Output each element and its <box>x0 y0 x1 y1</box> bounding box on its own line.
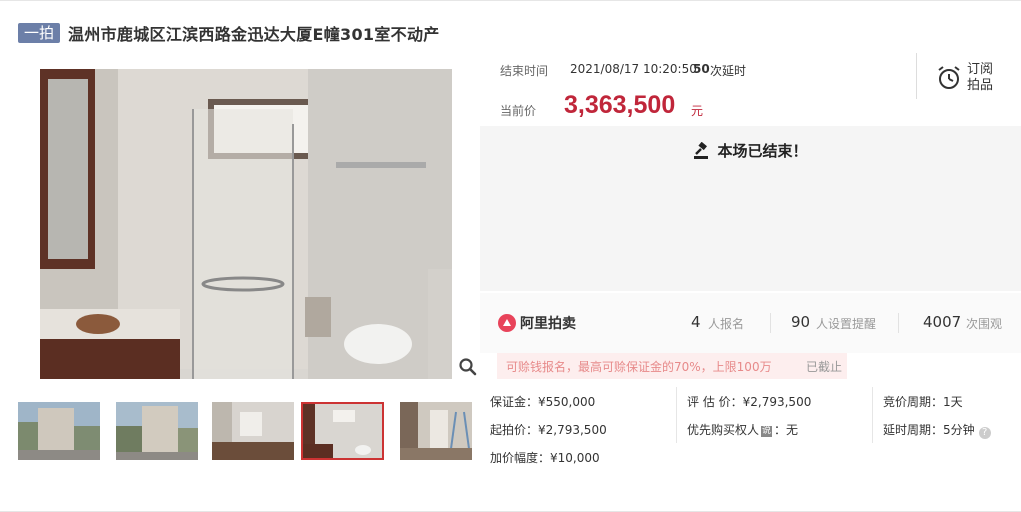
signups-count: 4 <box>691 313 701 331</box>
info-tag-icon[interactable]: 说 <box>761 426 773 437</box>
aliauction-logo-icon <box>498 314 516 332</box>
start-price-field: 起拍价：¥2,793,500 <box>490 423 607 437</box>
help-icon[interactable]: ? <box>978 427 991 439</box>
aliauction-logo: 阿里拍卖 <box>498 313 576 333</box>
divider <box>916 53 917 99</box>
auction-hammer-icon <box>694 141 709 159</box>
divider <box>898 313 899 333</box>
thumbnail-1[interactable] <box>18 402 100 460</box>
credit-signup-banner[interactable]: 可赊钱报名，最高可赊保证金的70%，上限100万 已截止 <box>497 353 847 379</box>
auction-ended-panel: 本场已结束！ <box>480 126 1021 291</box>
delay-count: 50 <box>693 62 710 76</box>
views-count: 4007 <box>923 313 962 331</box>
alarm-clock-icon <box>938 66 960 89</box>
auction-ended-message: 本场已结束！ <box>480 140 1021 161</box>
divider <box>676 387 677 443</box>
auction-status: 结束时间 2021/08/17 10:20:50 50 次延时 当前价 3,36… <box>482 51 1021 126</box>
bid-period-field: 竞价周期：1天 <box>883 395 963 409</box>
reminders-label: 人设置提醒 <box>816 317 877 331</box>
current-price-value: 3,363,500 <box>564 91 676 119</box>
round-badge: 一拍 <box>18 23 61 43</box>
subscribe-button[interactable]: 订阅拍品 <box>932 57 1012 97</box>
stats-bar: 阿里拍卖 4 人报名 90 人设置提醒 4007 次围观 <box>480 293 1021 353</box>
delay-period-field: 延时周期：5分钟? <box>883 421 991 439</box>
main-photo[interactable] <box>18 69 480 379</box>
thumbnail-4-active[interactable] <box>301 402 384 460</box>
increment-field: 加价幅度：¥10,000 <box>490 451 600 465</box>
priority-buyer-value: ：无 <box>774 423 799 437</box>
auction-item-panel: 一拍 温州市鹿城区江滨西路金迅达大厦E幢301室不动产 结束时间 2021/08… <box>0 0 1021 512</box>
signups-label: 人报名 <box>708 317 745 331</box>
thumbnail-5[interactable] <box>400 402 472 460</box>
logo-text: 阿里拍卖 <box>520 316 576 332</box>
delay-label: 次延时 <box>710 64 747 78</box>
current-price-label: 当前价 <box>500 104 537 118</box>
priority-buyer-label: 优先购买权人 <box>687 423 760 437</box>
appraisal-field: 评 估 价：¥2,793,500 <box>687 395 812 409</box>
ended-text: 本场已结束！ <box>717 142 808 160</box>
page-title: 温州市鹿城区江滨西路金迅达大厦E幢301室不动产 <box>68 25 440 44</box>
end-time-label: 结束时间 <box>500 64 549 78</box>
bathroom-photo <box>18 69 480 379</box>
divider <box>872 387 873 443</box>
price-unit: 元 <box>691 104 704 118</box>
title-row: 一拍 温州市鹿城区江滨西路金迅达大厦E幢301室不动产 <box>18 22 440 44</box>
views-label: 次围观 <box>966 317 1003 331</box>
deposit-field: 保证金：¥550,000 <box>490 395 596 409</box>
delay-period-text: 延时周期：5分钟 <box>883 423 975 437</box>
end-time-value: 2021/08/17 10:20:50 <box>570 62 697 76</box>
subscribe-label: 订阅拍品 <box>967 62 994 93</box>
search-zoom-icon[interactable] <box>458 357 478 377</box>
credit-signup-status: 已截止 <box>806 360 843 374</box>
thumbnail-2[interactable] <box>116 402 198 460</box>
reminders-count: 90 <box>791 313 811 331</box>
priority-buyer-field: 优先购买权人说：无 <box>687 421 798 438</box>
thumbnail-3[interactable] <box>212 402 294 460</box>
divider <box>770 313 771 333</box>
credit-signup-text: 可赊钱报名，最高可赊保证金的70%，上限100万 <box>506 360 772 374</box>
